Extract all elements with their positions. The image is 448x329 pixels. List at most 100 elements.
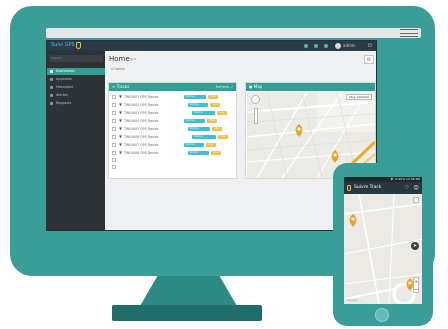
status-badge: Online (184, 95, 206, 99)
track-row[interactable]: ▼ TRK-0002 GPS Device Online Live (112, 102, 236, 109)
tracks-panel-title: Tracks (116, 84, 130, 89)
message-icon[interactable] (314, 44, 318, 48)
status-badge: Online (184, 143, 204, 147)
track-name: TRK-0004 GPS Device (124, 119, 159, 123)
track-name: TRK-0003 GPS Device (124, 111, 159, 115)
track-row[interactable]: ▼ TRK-0001 GPS Device Online Live (112, 94, 236, 101)
navigate-button[interactable]: ➤ (411, 242, 419, 250)
sidebar-search-input[interactable]: Search... (49, 55, 103, 62)
track-name: TRK-0006 GPS Device (124, 135, 159, 139)
monitor-stand-neck (140, 276, 237, 306)
track-name: TRK-0005 GPS Device (124, 127, 159, 131)
expand-icon[interactable]: ▼ (119, 150, 122, 156)
zoom-control[interactable] (254, 108, 258, 124)
status-badge: Online (192, 111, 215, 115)
map-attribution: Google (347, 298, 358, 302)
expand-icon[interactable]: ▼ (119, 134, 122, 140)
track-name: TRK-0001 GPS Device (124, 95, 159, 99)
status-badge: Online (188, 127, 210, 131)
sidebar-item-devices[interactable]: Appareils (47, 76, 105, 83)
tag-badge: Live (217, 111, 227, 115)
phone-home-button[interactable] (375, 308, 389, 322)
sidebar: Search... Dashboard Appareils Historique… (47, 51, 105, 230)
track-row[interactable]: ▼ TRK-0007 GPS Device Online Live (112, 142, 236, 149)
report-icon (50, 102, 53, 105)
track-row[interactable]: ▼ TRK-0004 GPS Device Online Live (112, 118, 236, 125)
track-row[interactable]: ▼ TRK-0005 GPS Device Online Live (112, 126, 236, 133)
user-name[interactable]: admin (343, 43, 356, 48)
row-checkbox[interactable] (112, 119, 116, 123)
expand-icon[interactable]: ▼ (119, 110, 122, 116)
track-name: TRK-0008 GPS Device (124, 151, 159, 155)
mobile-app-bar: Suivre Track ♡ ☺ (344, 182, 422, 194)
avatar[interactable] (335, 43, 341, 49)
track-row[interactable]: ▼ TRK-0006 GPS Device Online Live (112, 134, 236, 141)
map-panel-title: Map (253, 84, 263, 89)
refresh-label: Refresh (215, 85, 230, 89)
expand-icon[interactable]: ▼ (119, 102, 122, 108)
menu-icon[interactable] (400, 29, 418, 37)
expand-icon[interactable]: ▼ (119, 94, 122, 100)
track-row-empty (112, 164, 236, 171)
device-mockup: Suivi GPS admin ⏻ Search... Dashboard Ap… (0, 0, 448, 329)
app-logo-icon (76, 42, 81, 49)
row-checkbox[interactable] (112, 158, 116, 162)
breadcrumb-home[interactable]: Home (114, 67, 124, 71)
phone-frame: ▼ .ill 90% 12:56 PM Suivre Track ♡ ☺ ➤ +… (333, 163, 433, 326)
sidebar-item-reports[interactable]: Rapports (47, 100, 105, 107)
sidebar-item-label: Historique (56, 85, 74, 89)
breadcrumb[interactable]: ⌂ Home (111, 67, 125, 71)
status-badge: Online (188, 151, 209, 155)
sidebar-item-dashboard[interactable]: Dashboard (47, 68, 105, 75)
expand-icon[interactable]: ▼ (119, 118, 122, 124)
app-logo-text: Suivi GPS (51, 42, 75, 48)
mobile-map-canvas[interactable] (344, 194, 422, 304)
tag-badge: Live (207, 119, 217, 123)
browser-bar (46, 28, 421, 38)
map-type-toggle[interactable]: Map Satellite (346, 94, 372, 100)
track-name: TRK-0002 GPS Device (124, 103, 159, 107)
map-panel-header: ● Map (246, 83, 375, 91)
expand-icon[interactable]: ▼ (119, 126, 122, 132)
dashboard-icon (50, 70, 53, 73)
sidebar-item-history[interactable]: Historique (47, 84, 105, 91)
tag-badge: Live (208, 95, 218, 99)
row-checkbox[interactable] (112, 143, 116, 147)
row-checkbox[interactable] (112, 127, 116, 131)
sidebar-item-label: Appareils (56, 77, 72, 81)
app-topbar: Suivi GPS admin ⏻ (47, 41, 376, 51)
alert-icon (50, 94, 53, 97)
row-checkbox[interactable] (112, 165, 116, 169)
notification-icon[interactable] (304, 44, 308, 48)
track-row[interactable]: ▼ TRK-0008 GPS Device Online Live (112, 150, 236, 157)
sidebar-item-label: Rapports (56, 101, 72, 105)
compass-icon[interactable] (413, 197, 419, 203)
expand-icon[interactable]: ▼ (119, 142, 122, 148)
track-row[interactable]: ▼ TRK-0003 GPS Device Online Live (112, 110, 236, 117)
desktop-app-screen: Suivi GPS admin ⏻ Search... Dashboard Ap… (46, 40, 377, 231)
app-logo-icon (347, 185, 351, 191)
row-checkbox[interactable] (112, 151, 116, 155)
sidebar-item-label: Alertes (56, 93, 68, 97)
map-type-label: Map (349, 95, 356, 99)
row-checkbox[interactable] (112, 111, 116, 115)
row-checkbox[interactable] (112, 95, 116, 99)
task-icon[interactable] (324, 44, 328, 48)
devices-icon (50, 78, 53, 81)
refresh-button[interactable]: Refresh ⤢ (216, 83, 233, 91)
pan-control[interactable] (251, 95, 260, 104)
power-icon[interactable]: ⏻ (368, 43, 372, 49)
sidebar-item-alerts[interactable]: Alertes (47, 92, 105, 99)
monitor-stand-base (112, 305, 262, 321)
tag-badge: Live (206, 143, 216, 147)
mobile-zoom-control[interactable]: + − (413, 277, 419, 293)
track-name: TRK-0007 GPS Device (124, 143, 159, 147)
row-checkbox[interactable] (112, 103, 116, 107)
filter-icon[interactable]: ♡ (404, 185, 410, 191)
settings-button[interactable]: ⚙ (364, 55, 374, 64)
people-icon[interactable]: ☺ (413, 185, 419, 191)
row-checkbox[interactable] (112, 135, 116, 139)
mobile-app-screen: ▼ .ill 90% 12:56 PM Suivre Track ♡ ☺ ➤ +… (344, 177, 422, 304)
page-subtitle: gps (130, 57, 137, 61)
status-badge: Online (192, 135, 216, 139)
